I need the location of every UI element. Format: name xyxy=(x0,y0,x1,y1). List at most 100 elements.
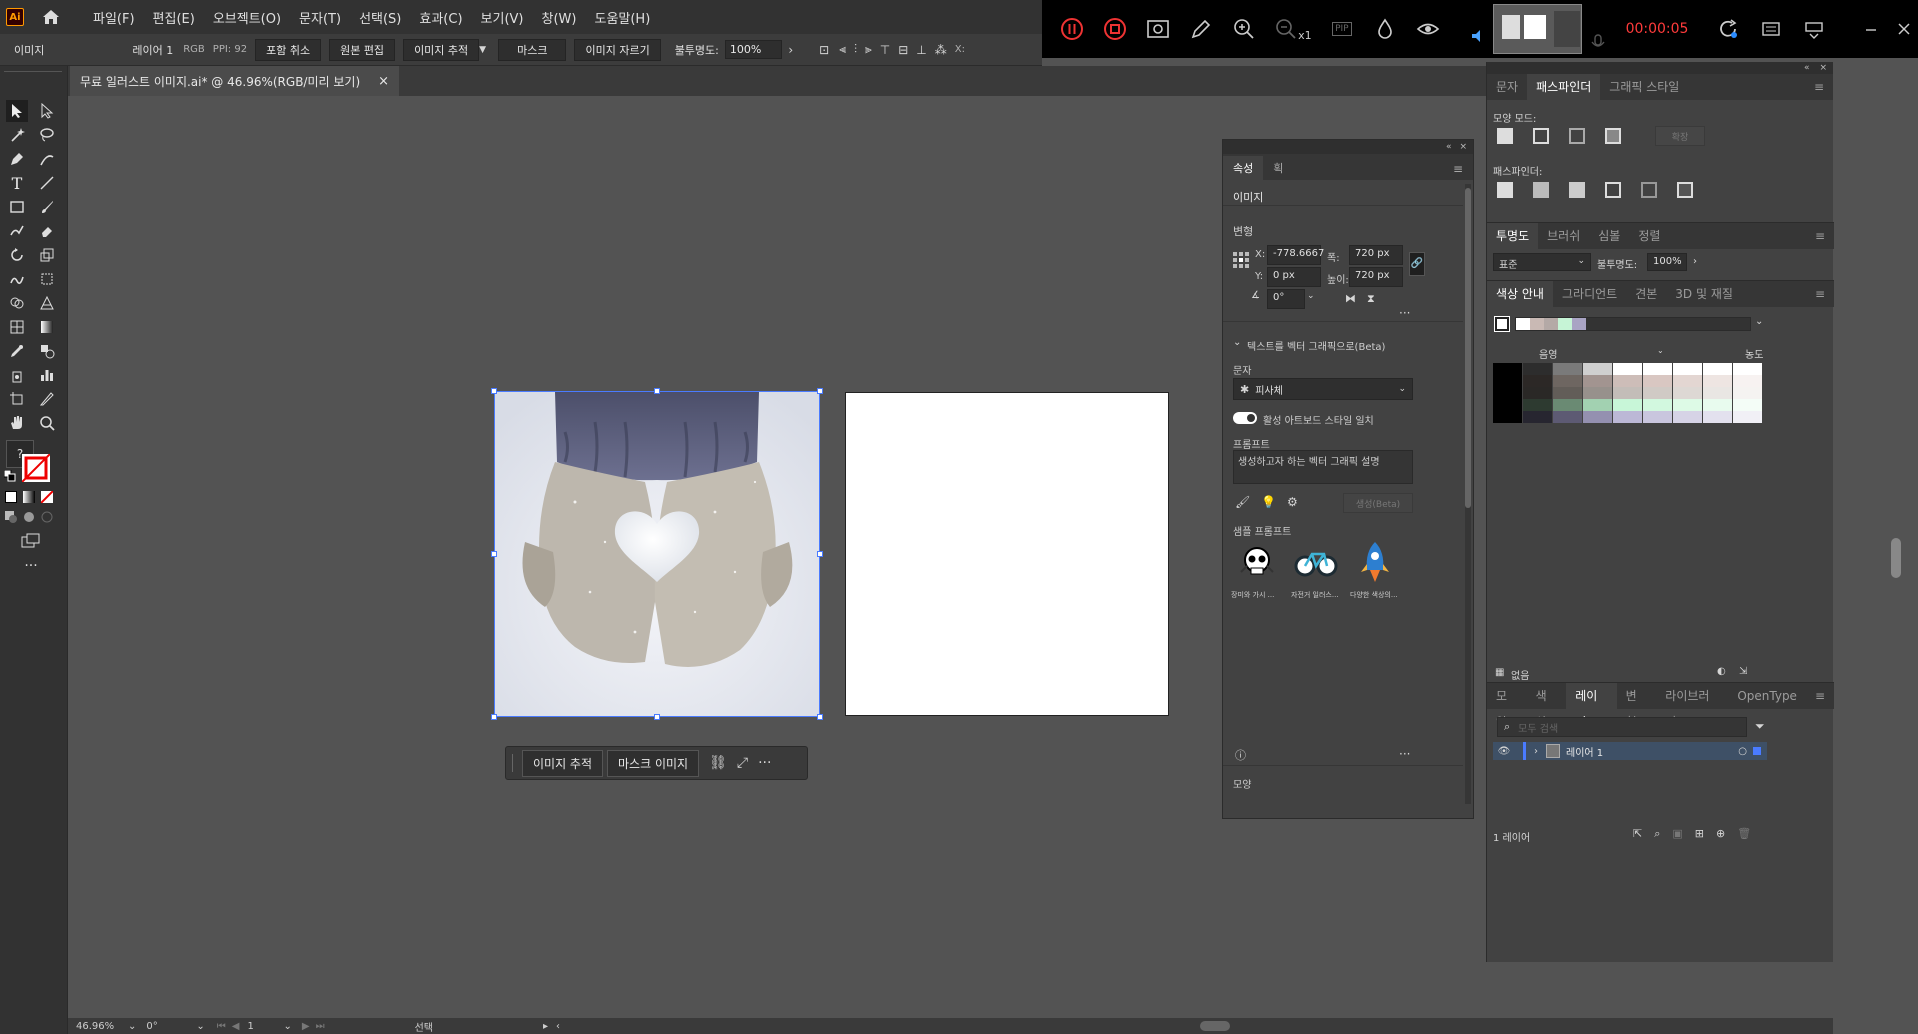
divide-icon[interactable] xyxy=(1497,182,1513,198)
vertical-scrollbar[interactable] xyxy=(1465,184,1471,804)
color-swatch[interactable] xyxy=(1553,363,1583,375)
mask-image-context-button[interactable]: 마스크 이미지 xyxy=(607,749,700,777)
constrain-proportions-icon[interactable]: 🔗 xyxy=(1409,252,1425,276)
color-swatch[interactable] xyxy=(1523,399,1553,411)
visibility-eye-icon[interactable]: 👁 xyxy=(1493,746,1515,757)
color-swatch[interactable] xyxy=(1523,411,1553,423)
menu-item[interactable]: 도움말(H) xyxy=(585,8,659,27)
selection-handle[interactable] xyxy=(817,551,823,557)
tab-appearance[interactable]: 모양 xyxy=(1487,683,1527,729)
rotation-value[interactable]: 0° xyxy=(146,1021,186,1032)
tab-libraries[interactable]: 라이브러리 xyxy=(1656,683,1728,729)
close-panel-icon[interactable]: × xyxy=(1459,142,1467,152)
color-swatch[interactable] xyxy=(1673,375,1703,387)
more-transform-icon[interactable]: ··· xyxy=(1399,306,1410,320)
harmony-dropdown-icon[interactable]: ⌄ xyxy=(1755,316,1763,327)
color-swatch[interactable] xyxy=(1703,363,1733,375)
filter-icon[interactable]: ⏷ xyxy=(1755,719,1765,734)
align-right-icon[interactable]: ⫸ xyxy=(865,42,872,57)
refresh-icon[interactable] xyxy=(1714,15,1741,43)
zoom-tool-icon[interactable] xyxy=(36,412,58,434)
tab-brushes[interactable]: 브러쉬 xyxy=(1538,223,1589,249)
layer-row[interactable]: 👁 › 레이어 1 ○ xyxy=(1493,742,1767,760)
tab-3d-materials[interactable]: 3D 및 재질 xyxy=(1666,281,1742,307)
tab-color-guide[interactable]: 색상 안내 xyxy=(1487,281,1553,307)
angle-dropdown-icon[interactable]: ⌄ xyxy=(1307,291,1315,301)
harmony-swatch[interactable] xyxy=(1516,318,1530,330)
more-options-icon[interactable]: ··· xyxy=(758,755,771,771)
suggestion-icon[interactable]: 💡 xyxy=(1261,495,1276,509)
delete-layer-icon[interactable]: 🗑 xyxy=(1737,827,1751,841)
swatch-library-icon[interactable]: ▦ xyxy=(1495,667,1504,678)
tab-swatches[interactable]: 견본 xyxy=(1626,281,1666,307)
gradient-tool-icon[interactable] xyxy=(36,316,58,338)
h-scroll-left-icon[interactable]: ‹ xyxy=(556,1021,560,1032)
menu-item[interactable]: 편집(E) xyxy=(144,8,204,27)
harmony-swatch[interactable] xyxy=(1572,318,1586,330)
collapse-panels-icon[interactable]: « xyxy=(1804,63,1810,73)
minus-back-icon[interactable] xyxy=(1677,182,1693,198)
new-sublayer-icon[interactable]: ⊞ xyxy=(1695,827,1704,841)
image-trace-button[interactable]: 이미지 추적 xyxy=(403,38,480,61)
color-swatch[interactable] xyxy=(1493,387,1523,399)
close-icon[interactable] xyxy=(1891,15,1918,43)
draw-normal-icon[interactable] xyxy=(4,510,18,524)
symbol-sprayer-icon[interactable] xyxy=(6,364,28,386)
collapse-arrow-icon[interactable]: ⌄ xyxy=(1233,337,1241,348)
shade-dropdown-icon[interactable]: ⌄ xyxy=(1657,346,1664,355)
opacity-input[interactable]: 100% xyxy=(724,40,783,59)
crop-pathfinder-icon[interactable] xyxy=(1605,182,1621,198)
color-swatch[interactable] xyxy=(1583,363,1613,375)
selection-indicator[interactable] xyxy=(1753,747,1761,755)
curvature-tool-icon[interactable] xyxy=(36,148,58,170)
selection-handle[interactable] xyxy=(817,388,823,394)
color-swatch[interactable] xyxy=(1733,363,1763,375)
magic-wand-icon[interactable] xyxy=(6,124,28,146)
color-swatch[interactable] xyxy=(1613,363,1643,375)
tab-opentype[interactable]: OpenType xyxy=(1728,683,1806,709)
type-select[interactable]: ✱ 피사체 ⌄ xyxy=(1233,378,1413,400)
x-input[interactable]: -778.6667 xyxy=(1267,245,1324,265)
y-input[interactable]: 0 px xyxy=(1267,267,1321,287)
locate-object-icon[interactable]: ⌕ xyxy=(1654,827,1660,841)
close-panels-icon[interactable]: × xyxy=(1819,63,1827,73)
tab-transparency[interactable]: 투명도 xyxy=(1487,223,1539,249)
align-bottom-icon[interactable]: ⊥ xyxy=(916,43,926,57)
color-swatch[interactable] xyxy=(1553,375,1583,387)
selection-handle[interactable] xyxy=(491,551,497,557)
artboard-dropdown-icon[interactable]: ⌄ xyxy=(283,1021,291,1032)
layers-search[interactable]: ⌕ 모두 검색 xyxy=(1497,717,1747,737)
prev-artboard-icon[interactable]: ◀ xyxy=(232,1021,240,1032)
more-tools-icon[interactable]: ··· xyxy=(20,558,42,574)
color-guide-grid[interactable] xyxy=(1493,363,1767,423)
eraser-icon[interactable] xyxy=(36,220,58,242)
align-center-icon[interactable]: ⫶ xyxy=(854,42,857,57)
hand-tool-icon[interactable] xyxy=(6,412,28,434)
tab-stroke[interactable]: 획 xyxy=(1263,156,1293,180)
angle-input[interactable]: 0° xyxy=(1267,289,1305,309)
placed-image[interactable] xyxy=(495,392,819,716)
type-tool-icon[interactable]: T xyxy=(6,172,28,194)
color-swatch[interactable] xyxy=(1553,399,1583,411)
sample-rocket[interactable] xyxy=(1353,540,1397,584)
new-layer-icon[interactable]: ⊕ xyxy=(1716,827,1725,841)
panel-menu-icon[interactable]: ≡ xyxy=(1805,74,1833,100)
color-swatch[interactable] xyxy=(1583,375,1613,387)
color-swatch[interactable] xyxy=(1583,411,1613,423)
blend-mode-select[interactable]: 표준 ⌄ xyxy=(1493,253,1591,271)
transform-icon[interactable]: ⊡ xyxy=(819,43,829,57)
clipping-mask-icon[interactable]: ▣ xyxy=(1672,827,1682,841)
color-wheel-icon[interactable]: ◐ xyxy=(1717,666,1726,677)
line-tool-icon[interactable] xyxy=(36,172,58,194)
export-icon[interactable]: ⇱ xyxy=(1633,827,1642,841)
image-trace-context-button[interactable]: 이미지 추적 xyxy=(522,749,604,777)
shape-builder-icon[interactable] xyxy=(6,292,28,314)
color-swatch[interactable] xyxy=(1643,387,1673,399)
harmony-swatch[interactable] xyxy=(1558,318,1572,330)
color-swatch[interactable] xyxy=(1613,411,1643,423)
screen-mode-icon[interactable] xyxy=(20,532,42,550)
eyedropper-icon[interactable] xyxy=(6,340,28,362)
home-icon[interactable] xyxy=(40,6,62,28)
unite-icon[interactable] xyxy=(1497,128,1513,144)
color-swatch[interactable] xyxy=(1523,375,1553,387)
